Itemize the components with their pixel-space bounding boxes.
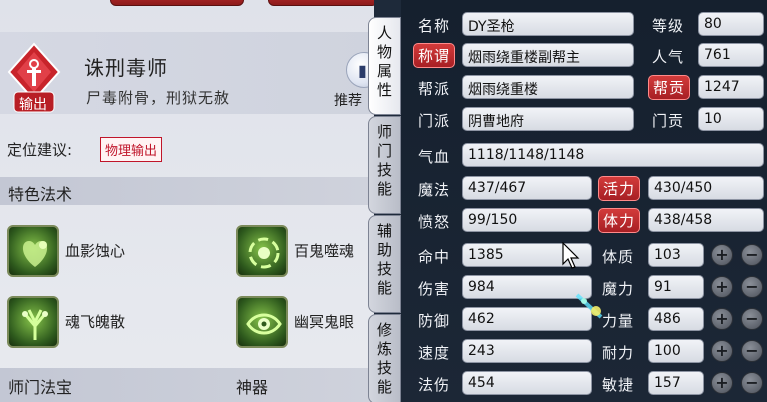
popularity-label: 人气: [652, 48, 685, 66]
artifact-section-label: 神器: [236, 378, 269, 397]
tab-label: 人物属性: [376, 24, 392, 99]
damage-field: 984: [462, 275, 592, 299]
magic-power-field: 91: [648, 275, 704, 299]
special-skills-header: 特色法术: [0, 177, 374, 205]
agility-minus-button[interactable]: −: [741, 372, 763, 394]
recommend-book-icon: ▮: [358, 61, 367, 80]
sect-label: 门派: [418, 112, 451, 130]
school-description: 尸毒附骨，刑狱无赦: [86, 89, 231, 107]
tab-cultivation-skills[interactable]: 修炼技能: [368, 314, 401, 402]
speed-field: 243: [462, 339, 592, 363]
sparkle-effect-icon: [575, 293, 603, 319]
hp-label: 气血: [418, 148, 451, 166]
position-label: 定位建议:: [7, 141, 73, 159]
anger-label: 愤怒: [418, 213, 451, 231]
tab-character-attributes[interactable]: 人物属性: [368, 17, 401, 115]
top-button-left[interactable]: [110, 0, 244, 6]
strength-plus-button[interactable]: +: [711, 308, 733, 330]
tab-strip: 人物属性 师门技能 辅助技能 修炼技能: [368, 17, 401, 402]
magic-power-minus-button[interactable]: −: [741, 276, 763, 298]
endurance-label: 耐力: [602, 344, 635, 362]
vitality-field: 430/450: [648, 176, 764, 200]
school-emblem: 输出: [7, 42, 61, 114]
stamina-button[interactable]: 体力: [598, 208, 641, 233]
skill-label: 百鬼噬魂: [294, 242, 355, 260]
skill-label: 魂飞魄散: [65, 313, 126, 331]
mp-field: 437/467: [462, 176, 592, 200]
bottom-section-header: 师门法宝 神器: [0, 368, 374, 402]
tab-sect-skills[interactable]: 师门技能: [368, 116, 401, 214]
mouse-cursor-icon: [562, 242, 580, 269]
constitution-field: 103: [648, 243, 704, 267]
top-button-right[interactable]: [268, 0, 374, 6]
strength-field: 486: [648, 307, 704, 331]
agility-plus-button[interactable]: +: [711, 372, 733, 394]
endurance-minus-button[interactable]: −: [741, 340, 763, 362]
constitution-label: 体质: [602, 248, 635, 266]
name-field: DY圣枪: [462, 12, 634, 36]
skill-label: 幽冥鬼眼: [294, 313, 355, 331]
anger-field: 99/150: [462, 208, 592, 232]
school-info-panel: 输出 诛刑毒师 尸毒附骨，刑狱无赦 ▮ 推荐 定位建议: 物理输出 特色法术 血…: [0, 0, 374, 402]
stamina-field: 438/458: [648, 208, 764, 232]
name-label: 名称: [418, 17, 451, 35]
magic-damage-label: 法伤: [418, 376, 451, 394]
agility-label: 敏捷: [602, 376, 635, 394]
defense-field: 462: [462, 307, 592, 331]
magic-power-plus-button[interactable]: +: [711, 276, 733, 298]
endurance-field: 100: [648, 339, 704, 363]
guild-label: 帮派: [418, 80, 451, 98]
tab-label: 师门技能: [376, 123, 392, 198]
sect-contribution-label: 门贡: [652, 112, 685, 130]
title-button[interactable]: 称谓: [413, 43, 456, 68]
position-value: 物理输出: [100, 137, 163, 162]
popularity-field: 761: [698, 43, 764, 67]
contribution-button[interactable]: 帮贡: [648, 75, 691, 100]
constitution-plus-button[interactable]: +: [711, 244, 733, 266]
contribution-field: 1247: [698, 75, 764, 99]
character-attributes-panel: 名称 DY圣枪 等级 80 称谓 烟雨绕重楼副帮主 人气 761 帮派 烟雨绕重…: [401, 0, 767, 402]
strength-label: 力量: [602, 312, 635, 330]
endurance-plus-button[interactable]: +: [711, 340, 733, 362]
skill-label: 血影蚀心: [65, 242, 126, 260]
role-badge-label: 输出: [19, 97, 47, 113]
ghost-swirl-icon: [236, 225, 288, 277]
sect-field: 阴曹地府: [462, 107, 634, 131]
magic-damage-field: 454: [462, 371, 592, 395]
vitality-button[interactable]: 活力: [598, 176, 641, 201]
sect-contribution-field: 10: [698, 107, 764, 131]
school-name: 诛刑毒师: [84, 56, 168, 80]
damage-label: 伤害: [418, 280, 451, 298]
title-field: 烟雨绕重楼副帮主: [462, 43, 634, 67]
treasure-section-label: 师门法宝: [8, 378, 73, 397]
heart-shadow-icon: [7, 225, 59, 277]
constitution-minus-button[interactable]: −: [741, 244, 763, 266]
hp-field: 1118/1148/1148: [462, 143, 764, 167]
mp-label: 魔法: [418, 181, 451, 199]
guild-field: 烟雨绕重楼: [462, 75, 634, 99]
tab-auxiliary-skills[interactable]: 辅助技能: [368, 215, 401, 313]
spirit-tree-icon: [7, 296, 59, 348]
defense-label: 防御: [418, 312, 451, 330]
hit-label: 命中: [418, 248, 451, 266]
level-label: 等级: [652, 17, 685, 35]
magic-power-label: 魔力: [602, 280, 635, 298]
recommend-label: 推荐: [334, 93, 362, 109]
agility-field: 157: [648, 371, 704, 395]
tab-label: 辅助技能: [376, 222, 392, 297]
tab-label: 修炼技能: [376, 321, 392, 396]
level-field: 80: [698, 12, 764, 36]
ghost-eye-icon: [236, 296, 288, 348]
strength-minus-button[interactable]: −: [741, 308, 763, 330]
speed-label: 速度: [418, 344, 451, 362]
